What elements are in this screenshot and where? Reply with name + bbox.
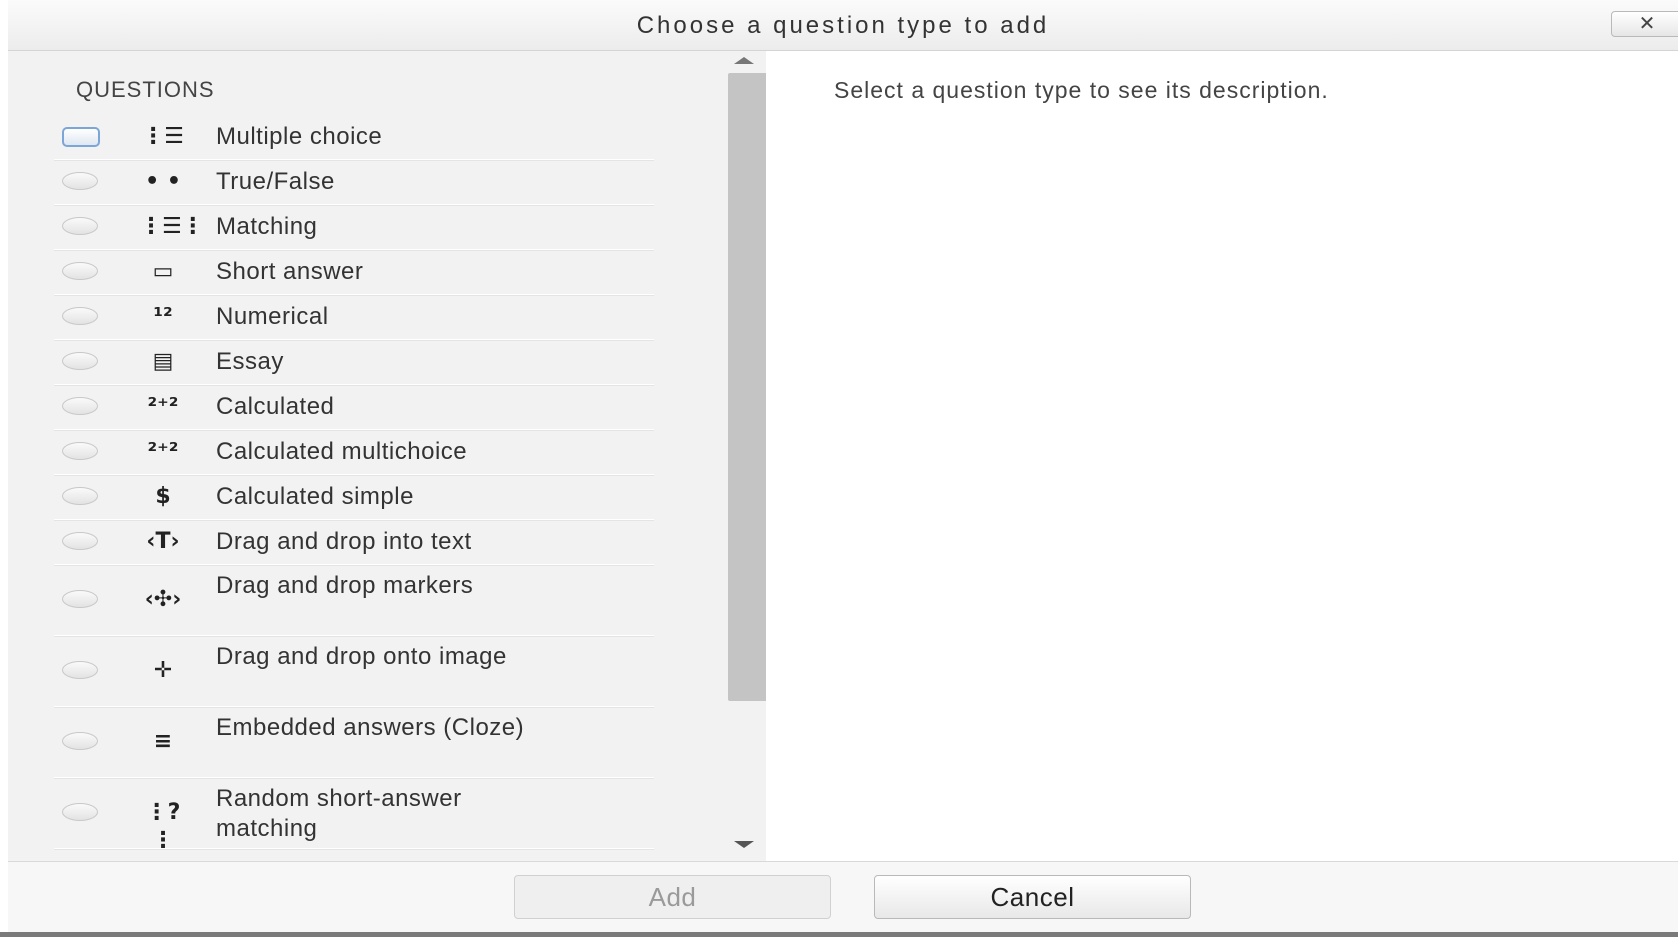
description-text: Select a question type to see its descri…: [834, 77, 1329, 103]
question-type-list: ⋮☰ Multiple choice • • True/False ⋮☰⋮ Matchin…: [54, 115, 654, 853]
question-type-item[interactable]: ✛ Drag and drop onto image: [54, 636, 654, 707]
calculated-multichoice-icon: ²⁺²: [147, 439, 179, 464]
question-type-label: Calculated simple: [216, 483, 414, 510]
question-type-item[interactable]: ⋮?⋮ Random short-answer matching: [54, 778, 654, 853]
dialog-footer: Add Cancel: [8, 861, 1678, 934]
true-false-icon: • •: [145, 169, 181, 194]
section-title: QUESTIONS: [76, 77, 215, 102]
question-type-item[interactable]: ≡ Embedded answers (Cloze): [54, 707, 654, 778]
calculated-simple-icon: $: [155, 484, 171, 509]
drag-drop-markers-icon: ‹✣›: [144, 587, 182, 612]
question-type-label: Drag and drop into text: [216, 528, 472, 555]
question-list-panel: QUESTIONS ⋮☰ Multiple choice • • True/False…: [8, 51, 766, 861]
question-type-label: Multiple choice: [216, 123, 383, 150]
question-type-item[interactable]: • • True/False: [54, 160, 654, 205]
matching-icon: ⋮☰⋮: [140, 214, 204, 239]
question-type-dialog: Choose a question type to add ✕ QUESTION…: [8, 0, 1678, 937]
dialog-title: Choose a question type to add: [636, 12, 1050, 39]
question-type-item[interactable]: ▤ Essay: [54, 340, 654, 385]
question-type-radio[interactable]: [62, 262, 98, 280]
question-type-label: Drag and drop onto image: [216, 643, 507, 670]
question-type-radio[interactable]: [62, 532, 98, 550]
question-type-label: Embedded answers (Cloze): [216, 714, 525, 741]
question-type-radio[interactable]: [62, 442, 98, 460]
drag-drop-text-icon: ‹T›: [146, 529, 180, 554]
question-type-radio[interactable]: [62, 172, 98, 190]
question-type-item[interactable]: ‹T› Drag and drop into text: [54, 520, 654, 565]
question-type-item[interactable]: ²⁺² Calculated: [54, 385, 654, 430]
question-type-radio[interactable]: [62, 732, 98, 750]
question-type-radio[interactable]: [62, 307, 98, 325]
short-answer-icon: ▭: [152, 259, 174, 284]
question-type-item[interactable]: $ Calculated simple: [54, 475, 654, 520]
scroll-down-arrow[interactable]: [734, 841, 754, 848]
question-type-item[interactable]: ⋮☰⋮ Matching: [54, 205, 654, 250]
question-type-item[interactable]: ⋮☰ Multiple choice: [54, 115, 654, 160]
scroll-up-arrow[interactable]: [734, 57, 754, 64]
multiple-choice-icon: ⋮☰: [142, 124, 184, 149]
window-bottom-edge: [0, 932, 1678, 937]
random-short-answer-icon: ⋮?⋮: [145, 800, 181, 853]
question-type-label: Calculated multichoice: [216, 438, 468, 465]
question-type-label: Numerical: [216, 303, 329, 330]
essay-icon: ▤: [152, 349, 174, 374]
question-type-label: Drag and drop markers: [216, 572, 474, 599]
question-type-radio[interactable]: [62, 127, 100, 147]
scrollbar[interactable]: [720, 51, 766, 861]
question-type-label: Calculated: [216, 393, 335, 420]
scroll-thumb[interactable]: [728, 73, 766, 701]
dialog-titlebar: Choose a question type to add ✕: [8, 0, 1678, 51]
question-type-radio[interactable]: [62, 217, 98, 235]
calculated-icon: ²⁺²: [147, 394, 179, 419]
question-type-label: Essay: [216, 348, 284, 375]
question-type-radio[interactable]: [62, 487, 98, 505]
question-type-label: Random short-answer matching: [216, 785, 462, 842]
question-type-label: True/False: [216, 168, 335, 195]
question-type-item[interactable]: ‹✣› Drag and drop markers: [54, 565, 654, 636]
add-button[interactable]: Add: [514, 875, 831, 919]
numerical-icon: ¹²: [153, 304, 173, 329]
close-icon: ✕: [1638, 13, 1656, 35]
description-panel: Select a question type to see its descri…: [766, 51, 1678, 861]
question-type-radio[interactable]: [62, 803, 98, 821]
cancel-button[interactable]: Cancel: [874, 875, 1191, 919]
question-type-item[interactable]: ¹² Numerical: [54, 295, 654, 340]
question-type-item[interactable]: ▭ Short answer: [54, 250, 654, 295]
question-type-radio[interactable]: [62, 590, 98, 608]
question-type-label: Short answer: [216, 258, 364, 285]
question-type-label: Matching: [216, 213, 318, 240]
question-type-item[interactable]: ²⁺² Calculated multichoice: [54, 430, 654, 475]
question-type-radio[interactable]: [62, 352, 98, 370]
question-type-radio[interactable]: [62, 397, 98, 415]
close-button[interactable]: ✕: [1611, 11, 1678, 37]
drag-drop-image-icon: ✛: [153, 658, 173, 683]
embedded-answers-icon: ≡: [153, 729, 173, 754]
question-type-radio[interactable]: [62, 661, 98, 679]
